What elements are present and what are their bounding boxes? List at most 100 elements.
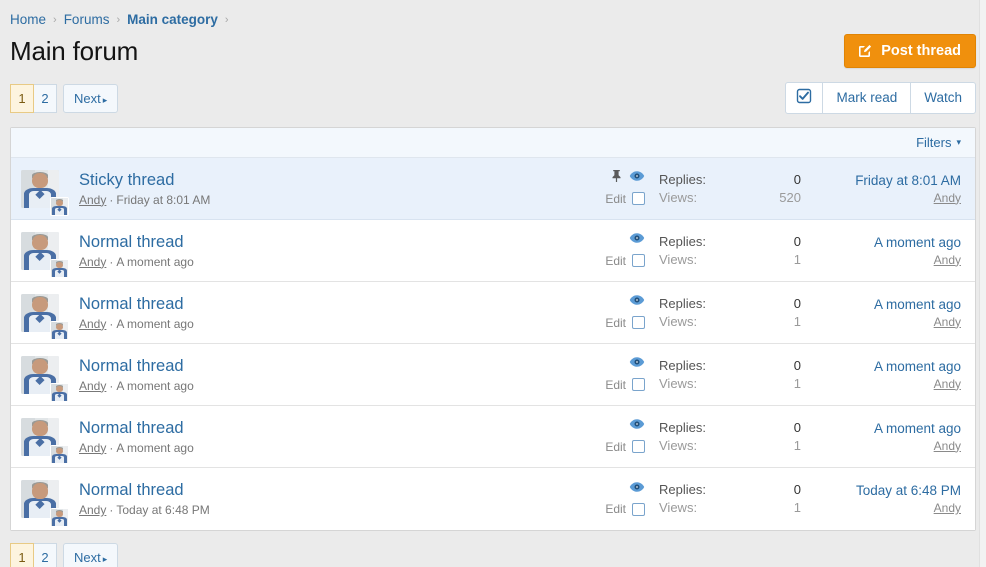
thread-title-link[interactable]: Normal thread <box>79 418 583 438</box>
meta-separator: · <box>109 193 113 207</box>
meta-separator: · <box>109 441 113 455</box>
edit-thread-link[interactable]: Edit <box>605 316 626 330</box>
avatar-badge-image <box>50 197 69 216</box>
thread-title-link[interactable]: Sticky thread <box>79 170 583 190</box>
thread-stats: Replies:0 Views:1 <box>651 468 801 530</box>
avatar-badge-image <box>50 259 69 278</box>
select-all-button[interactable] <box>785 82 823 114</box>
views-label: Views: <box>659 189 697 207</box>
last-post-time[interactable]: A moment ago <box>874 420 961 438</box>
mark-read-button[interactable]: Mark read <box>822 82 911 114</box>
thread-select-checkbox[interactable] <box>632 192 645 205</box>
thread-last-post: A moment ago Andy <box>801 344 961 405</box>
edit-thread-link[interactable]: Edit <box>605 192 626 206</box>
last-post-time[interactable]: A moment ago <box>874 296 961 314</box>
table-row[interactable]: Normal thread Andy·A moment ago <box>11 406 975 468</box>
watch-button[interactable]: Watch <box>910 82 976 114</box>
thread-main: Normal thread Andy·A moment ago <box>69 282 583 343</box>
thread-select-checkbox[interactable] <box>632 254 645 267</box>
eye-icon <box>629 418 645 433</box>
thread-author-link[interactable]: Andy <box>79 255 106 269</box>
avatar[interactable] <box>21 282 69 343</box>
thread-icons: Edit <box>583 220 651 281</box>
table-row[interactable]: Normal thread Andy·A moment ago <box>11 220 975 282</box>
forum-page: Home › Forums › Main category › Main for… <box>0 0 986 567</box>
last-post-time[interactable]: A moment ago <box>874 358 961 376</box>
thread-author-link[interactable]: Andy <box>79 441 106 455</box>
table-row[interactable]: Normal thread Andy·A moment ago <box>11 282 975 344</box>
avatar[interactable] <box>21 406 69 467</box>
breadcrumb-item-home[interactable]: Home <box>10 12 46 27</box>
meta-separator: · <box>109 317 113 331</box>
forum-actions: Mark read Watch <box>785 82 976 114</box>
thread-last-post: Today at 6:48 PM Andy <box>801 468 961 530</box>
thread-icons: Edit <box>583 344 651 405</box>
page-link-1[interactable]: 1 <box>10 84 34 113</box>
page-scrollbar[interactable] <box>979 0 986 567</box>
avatar[interactable] <box>21 158 69 219</box>
filter-bar: Filters ▾ <box>11 128 975 158</box>
thread-select-checkbox[interactable] <box>632 378 645 391</box>
table-row[interactable]: Sticky thread Andy·Friday at 8:01 AM <box>11 158 975 220</box>
thread-meta: Andy·Today at 6:48 PM <box>79 503 583 518</box>
replies-value: 0 <box>794 171 801 189</box>
thread-stats: Replies:0 Views:1 <box>651 406 801 467</box>
edit-thread-link[interactable]: Edit <box>605 502 626 516</box>
replies-value: 0 <box>794 233 801 251</box>
thread-select-checkbox[interactable] <box>632 503 645 516</box>
next-page-button[interactable]: Next▸ <box>63 543 118 567</box>
post-thread-button[interactable]: Post thread <box>844 34 976 68</box>
avatar[interactable] <box>21 468 69 530</box>
views-value: 1 <box>794 251 801 269</box>
breadcrumb-item-forums[interactable]: Forums <box>64 12 110 27</box>
pagination-top: 1 2 Next▸ <box>10 84 117 113</box>
last-post-author[interactable]: Andy <box>934 314 961 330</box>
views-value: 1 <box>794 375 801 393</box>
thread-author-link[interactable]: Andy <box>79 503 106 517</box>
thread-select-checkbox[interactable] <box>632 316 645 329</box>
page-link-2[interactable]: 2 <box>33 84 57 113</box>
pencil-square-icon <box>857 43 873 59</box>
last-post-author[interactable]: Andy <box>934 252 961 268</box>
edit-thread-link[interactable]: Edit <box>605 254 626 268</box>
thread-title-link[interactable]: Normal thread <box>79 232 583 252</box>
last-post-author[interactable]: Andy <box>934 190 961 206</box>
last-post-time[interactable]: A moment ago <box>874 234 961 252</box>
thread-author-link[interactable]: Andy <box>79 193 106 207</box>
thread-author-link[interactable]: Andy <box>79 317 106 331</box>
pin-icon <box>610 169 623 186</box>
avatar[interactable] <box>21 344 69 405</box>
meta-separator: · <box>109 255 113 269</box>
table-row[interactable]: Normal thread Andy·A moment ago <box>11 344 975 406</box>
pagination-bottom: 1 2 Next▸ <box>10 543 117 567</box>
last-post-author[interactable]: Andy <box>934 438 961 454</box>
last-post-author[interactable]: Andy <box>934 500 961 516</box>
next-page-button[interactable]: Next▸ <box>63 84 118 113</box>
thread-icons: Edit <box>583 282 651 343</box>
page-link-2[interactable]: 2 <box>33 543 57 567</box>
meta-separator: · <box>109 503 113 517</box>
eye-icon <box>629 294 645 309</box>
last-post-time[interactable]: Friday at 8:01 AM <box>855 172 961 190</box>
page-link-1[interactable]: 1 <box>10 543 34 567</box>
last-post-author[interactable]: Andy <box>934 376 961 392</box>
breadcrumb-item-main-category[interactable]: Main category <box>127 12 218 27</box>
thread-meta: Andy·A moment ago <box>79 317 583 332</box>
avatar[interactable] <box>21 220 69 281</box>
replies-label: Replies: <box>659 357 706 375</box>
thread-main: Normal thread Andy·Today at 6:48 PM <box>69 468 583 530</box>
edit-thread-link[interactable]: Edit <box>605 378 626 392</box>
thread-author-link[interactable]: Andy <box>79 379 106 393</box>
thread-title-link[interactable]: Normal thread <box>79 480 583 500</box>
filters-dropdown[interactable]: Filters ▾ <box>916 135 961 150</box>
thread-main: Sticky thread Andy·Friday at 8:01 AM <box>69 158 583 219</box>
thread-select-checkbox[interactable] <box>632 440 645 453</box>
thread-title-link[interactable]: Normal thread <box>79 294 583 314</box>
table-row[interactable]: Normal thread Andy·Today at 6:48 PM <box>11 468 975 530</box>
edit-thread-link[interactable]: Edit <box>605 440 626 454</box>
last-post-time[interactable]: Today at 6:48 PM <box>856 482 961 500</box>
views-value: 1 <box>794 313 801 331</box>
thread-title-link[interactable]: Normal thread <box>79 356 583 376</box>
breadcrumb-separator-icon: › <box>116 14 120 26</box>
views-value: 520 <box>779 189 801 207</box>
